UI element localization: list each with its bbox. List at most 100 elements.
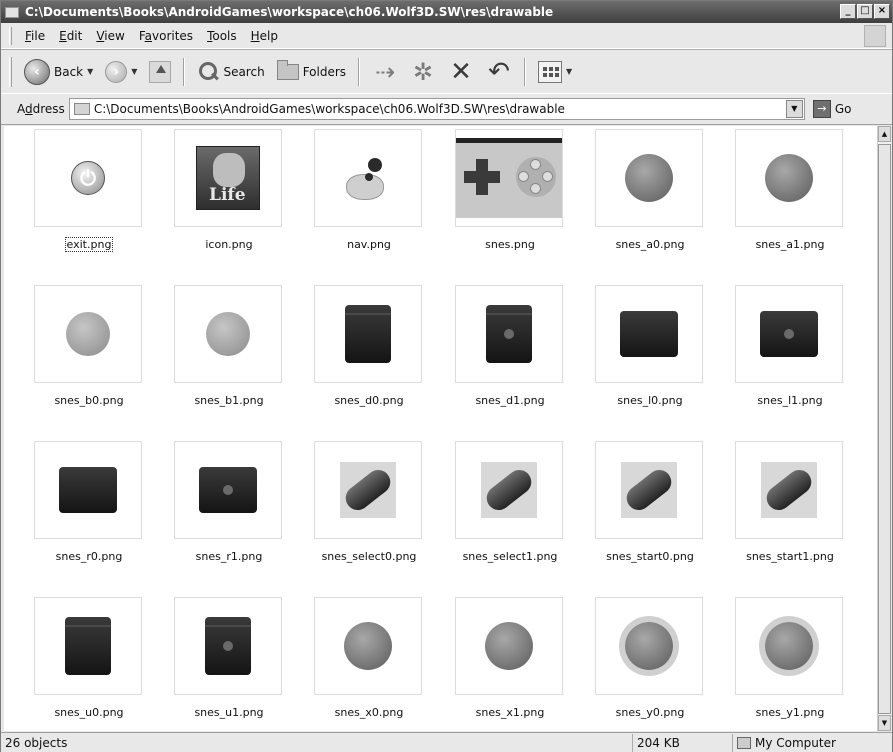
file-thumbnail[interactable] bbox=[314, 441, 422, 539]
up-button[interactable] bbox=[143, 56, 177, 88]
dpad-button-image bbox=[205, 617, 251, 675]
file-item[interactable]: snes_a1.png bbox=[705, 126, 845, 282]
file-item[interactable]: snes_a0.png bbox=[565, 126, 705, 282]
file-item[interactable]: snes_x0.png bbox=[284, 594, 424, 731]
file-thumbnail[interactable] bbox=[314, 597, 422, 695]
my-computer-icon bbox=[737, 736, 751, 749]
menu-help[interactable]: Help bbox=[244, 29, 285, 43]
file-item[interactable]: snes_r0.png bbox=[4, 438, 144, 594]
file-item[interactable]: snes_select1.png bbox=[425, 438, 565, 594]
round-button-image bbox=[625, 154, 673, 202]
menu-bar: File Edit View Favorites Tools Help bbox=[1, 23, 892, 49]
file-name-label: snes_l1.png bbox=[757, 394, 823, 407]
file-thumbnail[interactable] bbox=[735, 285, 843, 383]
file-thumbnail[interactable] bbox=[735, 441, 843, 539]
file-thumbnail[interactable] bbox=[735, 597, 843, 695]
copy-to-icon: ✲ bbox=[412, 57, 434, 86]
menu-grip[interactable] bbox=[9, 26, 12, 45]
file-item[interactable]: snes.png bbox=[425, 126, 565, 282]
folders-button[interactable]: Folders bbox=[271, 56, 352, 88]
views-dropdown-icon[interactable]: ▼ bbox=[566, 67, 572, 76]
file-item[interactable]: snes_u0.png bbox=[4, 594, 144, 731]
file-item[interactable]: snes_y1.png bbox=[705, 594, 845, 731]
vertical-scrollbar[interactable]: ▲ ▼ bbox=[877, 126, 891, 731]
file-item[interactable]: nav.png bbox=[284, 126, 424, 282]
file-item[interactable]: snes_l0.png bbox=[565, 282, 705, 438]
file-item[interactable]: ⏻ exit.png bbox=[4, 126, 144, 282]
file-item[interactable]: icon.png bbox=[144, 126, 284, 282]
menu-tools[interactable]: Tools bbox=[200, 29, 244, 43]
file-item[interactable]: snes_select0.png bbox=[284, 438, 424, 594]
forward-button[interactable]: › ▼ bbox=[99, 56, 143, 88]
search-button[interactable]: Search bbox=[191, 56, 270, 88]
file-name-label: snes_start1.png bbox=[746, 550, 834, 563]
file-thumbnail[interactable]: ⏻ bbox=[34, 129, 142, 227]
power-icon: ⏻ bbox=[71, 161, 105, 195]
file-thumbnail[interactable] bbox=[314, 285, 422, 383]
undo-button[interactable]: ↶ bbox=[480, 56, 518, 88]
menu-favorites[interactable]: Favorites bbox=[132, 29, 200, 43]
file-thumbnail[interactable] bbox=[455, 441, 563, 539]
file-item[interactable]: snes_start0.png bbox=[565, 438, 705, 594]
scroll-thumb[interactable] bbox=[878, 144, 891, 714]
round-button-image bbox=[765, 622, 813, 670]
menu-file[interactable]: File bbox=[18, 29, 52, 43]
file-thumbnail[interactable] bbox=[174, 129, 282, 227]
file-item[interactable]: snes_x1.png bbox=[425, 594, 565, 731]
go-arrow-icon: → bbox=[812, 100, 831, 118]
file-thumbnail[interactable] bbox=[455, 597, 563, 695]
file-thumbnail[interactable] bbox=[455, 285, 563, 383]
round-button-image bbox=[625, 622, 673, 670]
file-thumbnail[interactable] bbox=[595, 597, 703, 695]
dpad-button-image bbox=[486, 305, 532, 363]
file-list-view[interactable]: ⏻exit.pngicon.pngnav.pngsnes.pngsnes_a0.… bbox=[4, 126, 878, 731]
file-thumbnail[interactable] bbox=[735, 129, 843, 227]
file-thumbnail[interactable] bbox=[314, 129, 422, 227]
views-icon bbox=[538, 60, 563, 83]
file-thumbnail[interactable] bbox=[455, 129, 563, 227]
back-dropdown-icon[interactable]: ▼ bbox=[87, 67, 93, 76]
file-item[interactable]: snes_u1.png bbox=[144, 594, 284, 731]
file-thumbnail[interactable] bbox=[174, 285, 282, 383]
file-thumbnail[interactable] bbox=[595, 285, 703, 383]
scroll-down-button[interactable]: ▼ bbox=[878, 715, 891, 731]
file-item[interactable]: snes_b1.png bbox=[144, 282, 284, 438]
file-item[interactable]: snes_start1.png bbox=[705, 438, 845, 594]
minimize-button[interactable]: _ bbox=[840, 4, 856, 19]
file-thumbnail[interactable] bbox=[34, 441, 142, 539]
file-item[interactable]: snes_b0.png bbox=[4, 282, 144, 438]
shoulder-button-image bbox=[620, 311, 678, 357]
address-dropdown-icon[interactable]: ▼ bbox=[785, 100, 803, 118]
round-button-image bbox=[765, 154, 813, 202]
file-thumbnail[interactable] bbox=[174, 597, 282, 695]
maximize-button[interactable]: □ bbox=[857, 4, 873, 19]
shoulder-button-image bbox=[760, 311, 818, 357]
file-thumbnail[interactable] bbox=[174, 441, 282, 539]
address-input[interactable]: C:\Documents\Books\AndroidGames\workspac… bbox=[68, 98, 805, 120]
round-button-image bbox=[206, 312, 250, 356]
file-item[interactable]: snes_d1.png bbox=[425, 282, 565, 438]
delete-button[interactable]: ✕ bbox=[442, 56, 480, 88]
menu-view[interactable]: View bbox=[89, 29, 131, 43]
file-item[interactable]: snes_d0.png bbox=[284, 282, 424, 438]
file-item[interactable]: snes_y0.png bbox=[565, 594, 705, 731]
file-thumbnail[interactable] bbox=[34, 597, 142, 695]
menu-edit[interactable]: Edit bbox=[52, 29, 89, 43]
file-item[interactable]: snes_r1.png bbox=[144, 438, 284, 594]
scroll-up-button[interactable]: ▲ bbox=[878, 126, 891, 142]
dpad-button-image bbox=[345, 305, 391, 363]
shoulder-button-image bbox=[199, 467, 257, 513]
close-button[interactable]: × bbox=[874, 4, 890, 19]
back-button[interactable]: ‹ Back ▼ bbox=[18, 56, 99, 88]
move-to-button[interactable]: ⇢ bbox=[366, 56, 404, 88]
forward-dropdown-icon[interactable]: ▼ bbox=[131, 67, 137, 76]
file-thumbnail[interactable] bbox=[34, 285, 142, 383]
file-thumbnail[interactable] bbox=[595, 129, 703, 227]
file-item[interactable]: snes_l1.png bbox=[705, 282, 845, 438]
views-button[interactable]: ▼ bbox=[532, 56, 578, 88]
go-button[interactable]: → Go bbox=[812, 100, 851, 118]
file-thumbnail[interactable] bbox=[595, 441, 703, 539]
toolbar-grip[interactable] bbox=[9, 56, 12, 87]
copy-to-button[interactable]: ✲ bbox=[404, 56, 442, 88]
title-bar[interactable]: C:\Documents\Books\AndroidGames\workspac… bbox=[1, 1, 892, 23]
